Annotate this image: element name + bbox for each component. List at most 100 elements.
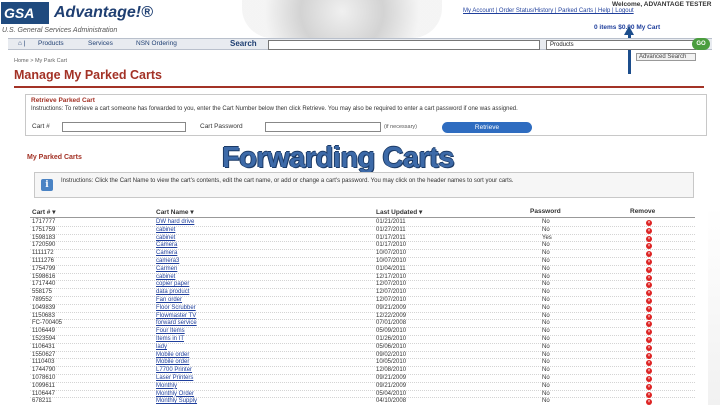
cart-number-input[interactable] [62, 122, 186, 132]
remove-icon[interactable]: × [646, 282, 652, 289]
table-row: 1111276 camera3 10/07/2010 No × [30, 258, 695, 266]
cart-name-link[interactable]: cabinet [156, 274, 175, 282]
cart-name-link[interactable]: DW hard drive [156, 219, 194, 227]
remove-icon[interactable]: × [646, 251, 652, 258]
cart-number: 1550627 [32, 351, 56, 358]
cart-name-link[interactable]: Monthly Order [156, 391, 194, 399]
remove-icon[interactable]: × [646, 399, 652, 405]
cart-name-link[interactable]: cabinet [156, 235, 175, 243]
eagle-seal-image [242, 0, 442, 38]
cart-name-link[interactable]: Fan order [156, 297, 182, 305]
cart-number: 1049839 [32, 304, 56, 311]
remove-icon[interactable]: × [646, 290, 652, 297]
remove-icon[interactable]: × [646, 297, 652, 304]
cart-name-link[interactable]: Monthly Supply [156, 398, 197, 405]
header-last-updated[interactable]: Last Updated ▾ [376, 208, 422, 216]
cart-name-link[interactable]: lady [156, 344, 167, 352]
retrieve-button[interactable]: Retrieve [442, 122, 532, 133]
nav-services[interactable]: Services [88, 40, 113, 47]
remove-icon[interactable]: × [646, 266, 652, 273]
cart-name-link[interactable]: forward service [156, 320, 197, 328]
cart-password-input[interactable] [265, 122, 381, 132]
table-row: 1523594 Items in IT 01/26/2010 No × [30, 336, 695, 344]
remove-icon[interactable]: × [646, 352, 652, 359]
search-input[interactable] [268, 40, 540, 50]
last-updated: 09/21/2009 [376, 374, 407, 381]
remove-icon[interactable]: × [646, 258, 652, 265]
remove-icon[interactable]: × [646, 383, 652, 390]
remove-icon[interactable]: × [646, 368, 652, 375]
header-cart-number[interactable]: Cart # ▾ [32, 208, 56, 216]
cart-name-link[interactable]: Items in IT [156, 336, 184, 344]
header-cart-name[interactable]: Cart Name ▾ [156, 208, 194, 216]
cart-name-link[interactable]: Floor Scrubber [156, 305, 196, 313]
go-button[interactable]: GO [692, 38, 710, 50]
forwarding-carts-overlay-title: Forwarding Carts [222, 142, 455, 174]
cart-name-link[interactable]: Laser Printers [156, 375, 193, 383]
table-row: 789552 Fan order 12/07/2010 No × [30, 297, 695, 305]
cart-number: 1106447 [32, 390, 55, 397]
title-divider [14, 86, 704, 88]
last-updated: 04/10/2008 [376, 398, 407, 405]
remove-icon[interactable]: × [646, 227, 652, 234]
remove-icon[interactable]: × [646, 391, 652, 398]
cart-name-link[interactable]: Camera [156, 250, 177, 258]
last-updated: 01/21/2011 [376, 219, 406, 225]
remove-icon[interactable]: × [646, 235, 652, 242]
cart-name-link[interactable]: Camera [156, 242, 177, 250]
remove-icon[interactable]: × [646, 220, 652, 226]
up-arrow-icon [624, 26, 634, 74]
cart-name-link[interactable]: Mobile order [156, 352, 189, 360]
search-scope-select[interactable]: Products [546, 40, 696, 50]
breadcrumb[interactable]: Home > My Park Cart [14, 58, 67, 64]
table-row: 1049839 Floor Scrubber 09/21/2009 No × [30, 305, 695, 313]
remove-icon[interactable]: × [646, 360, 652, 367]
remove-icon[interactable]: × [646, 336, 652, 343]
cart-name-link[interactable]: Monthly [156, 383, 177, 391]
remove-icon[interactable]: × [646, 329, 652, 336]
cart-name-link[interactable]: cabinet [156, 227, 175, 235]
top-links[interactable]: My Account | Order Status/History | Park… [463, 8, 718, 14]
password-flag: No [542, 281, 550, 288]
remove-icon[interactable]: × [646, 243, 652, 250]
search-label: Search [230, 39, 257, 48]
remove-icon[interactable]: × [646, 375, 652, 382]
cart-name-link[interactable]: Mobile order [156, 359, 189, 367]
gsa-logo[interactable]: GSA [1, 2, 49, 24]
retrieve-instructions: Instructions: To retrieve a cart someone… [31, 106, 518, 112]
last-updated: 12/17/2010 [376, 273, 407, 280]
my-cart-link[interactable]: My Cart [636, 24, 660, 31]
last-updated: 05/06/2010 [376, 343, 407, 350]
table-header-row: Cart # ▾ Cart Name ▾ Last Updated ▾ Pass… [30, 206, 695, 218]
brand-subtitle: U.S. General Services Administration [2, 27, 118, 34]
table-row: 558175 data product 12/07/2010 No × [30, 289, 695, 297]
nav-products[interactable]: Products [38, 40, 64, 47]
nav-nsn-ordering[interactable]: NSN Ordering [136, 40, 177, 47]
cart-name-link[interactable]: Four Items [156, 328, 185, 336]
remove-icon[interactable]: × [646, 274, 652, 281]
remove-icon[interactable]: × [646, 305, 652, 312]
cart-name-link[interactable]: camera3 [156, 258, 179, 266]
cart-name-link[interactable]: Carmen [156, 266, 177, 274]
cart-name-link[interactable]: copier paper [156, 281, 189, 289]
password-flag: No [542, 359, 550, 366]
table-row: 1717777 DW hard drive 01/21/2011 No × [30, 219, 695, 227]
advanced-search-link[interactable]: Advanced Search [636, 53, 696, 61]
table-row: 678211 Monthly Supply 04/10/2008 No × [30, 398, 695, 405]
cart-number: 1111276 [32, 257, 55, 264]
cart-number: FC-700405 [32, 320, 63, 327]
cart-number: 1598616 [32, 273, 56, 280]
home-icon[interactable]: ⌂ | [18, 40, 25, 47]
table-row: 1754799 Carmen 01/04/2011 No × [30, 266, 695, 274]
cart-name-link[interactable]: data product [156, 289, 189, 297]
remove-icon[interactable]: × [646, 313, 652, 320]
header-password: Password [530, 208, 561, 215]
remove-icon[interactable]: × [646, 321, 652, 328]
password-flag: No [542, 219, 550, 225]
remove-icon[interactable]: × [646, 344, 652, 351]
table-row: 1717440 copier paper 12/07/2010 No × [30, 281, 695, 290]
brand-name[interactable]: Advantage!® [54, 4, 153, 22]
parked-carts-table: Cart # ▾ Cart Name ▾ Last Updated ▾ Pass… [30, 206, 695, 405]
cart-name-link[interactable]: L7700 Printer [156, 367, 192, 375]
cart-name-link[interactable]: Flowmaster TV [156, 313, 196, 321]
